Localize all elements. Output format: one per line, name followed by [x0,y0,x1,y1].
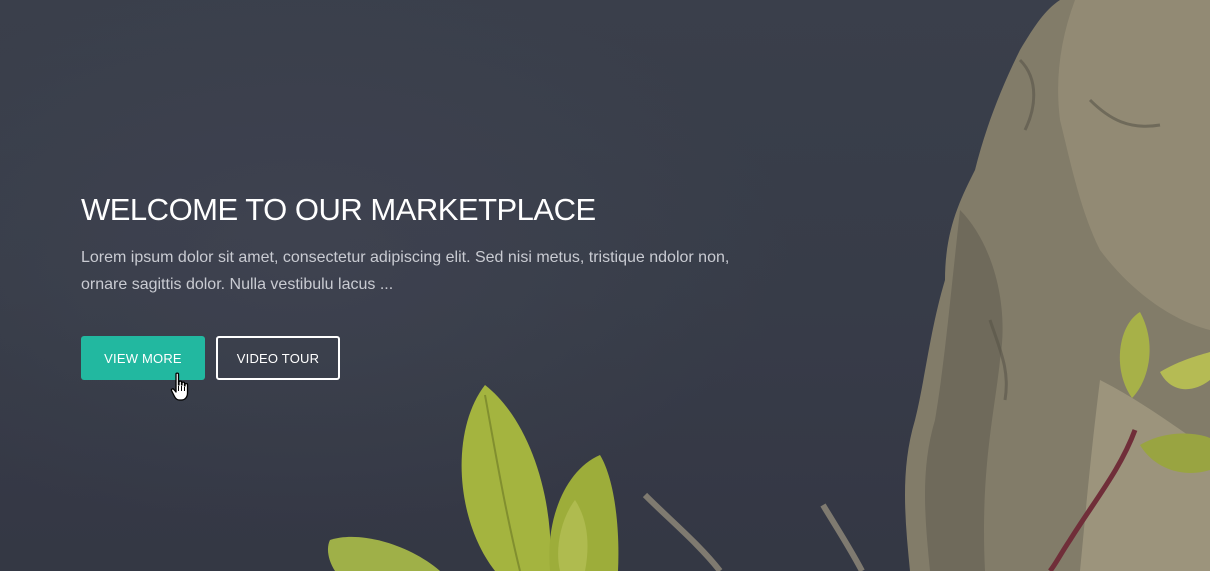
hero-banner: WELCOME TO OUR MARKETPLACE Lorem ipsum d… [0,0,1210,571]
video-tour-label: VIDEO TOUR [236,350,320,366]
hero-title: WELCOME TO OUR MARKETPLACE [81,192,596,227]
hero-description: Lorem ipsum dolor sit amet, consectetur … [81,249,730,293]
view-more-label: VIEW MORE [104,350,182,366]
hand-pointer-icon [170,372,189,401]
hero-content: WELCOME TO OUR MARKETPLACE Lorem ipsum d… [81,190,761,380]
video-tour-button[interactable]: VIDEO TOUR [216,336,340,380]
